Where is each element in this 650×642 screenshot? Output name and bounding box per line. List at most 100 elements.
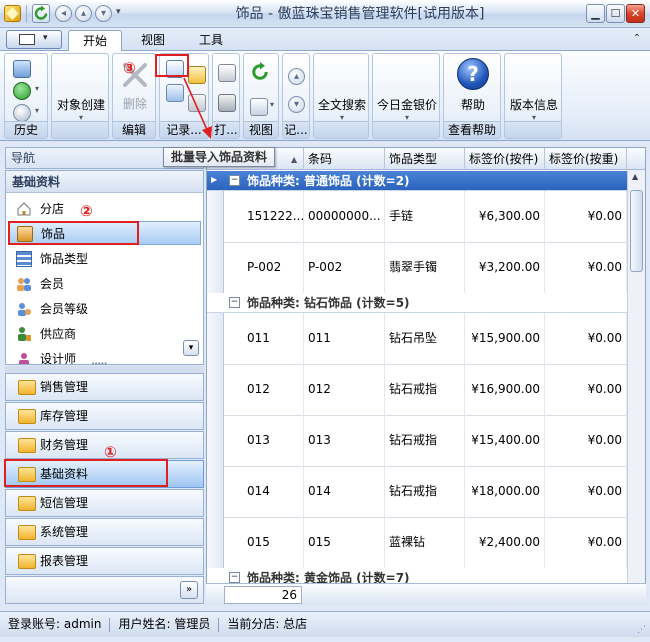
group-row-normal[interactable]: − 饰品种类: 普通饰品 (计数=2) (207, 171, 627, 191)
collapse-icon[interactable]: − (229, 297, 240, 308)
column-header-price-piece[interactable]: 标签价(按件) (465, 148, 545, 170)
history-forward-icon[interactable] (13, 104, 31, 122)
nav-group-system[interactable]: 系统管理 (5, 518, 204, 546)
column-header-barcode[interactable]: 条码 (304, 148, 385, 170)
printer-icon[interactable] (218, 94, 236, 112)
nav-item-jewelry-type[interactable]: 饰品类型 (8, 247, 201, 271)
nav-group-sales[interactable]: 销售管理 (5, 373, 204, 401)
up-icon[interactable]: ▴ (75, 5, 92, 22)
tab-home[interactable]: 开始 (68, 30, 122, 52)
users-icon (16, 276, 32, 292)
nav-item-member-level[interactable]: 会员等级 (8, 297, 201, 321)
vertical-scrollbar[interactable]: ▲ ▼ (627, 170, 645, 604)
help-button[interactable]: ? 帮助 (444, 58, 502, 113)
table-row[interactable]: 014 014 钻石戒指 ¥18,000.00 ¥0.00 (207, 466, 627, 518)
back-icon[interactable]: ◂ (55, 5, 72, 22)
nav-splitter[interactable] (5, 360, 204, 373)
cell-price-piece: ¥15,900.00 (465, 313, 545, 364)
create-object-label: 对象创建 (56, 98, 105, 112)
app-menu-button[interactable]: ▾ (6, 30, 62, 49)
full-text-search-button[interactable]: 全文搜索 ▾ (314, 94, 370, 122)
folder-icon (18, 496, 36, 511)
view-dropdown-icon[interactable]: ▾ (270, 100, 274, 109)
gold-price-button[interactable]: 今日金银价 ▾ (373, 94, 441, 122)
tab-view[interactable]: 视图 (128, 30, 178, 52)
folder-icon (18, 380, 36, 395)
cell-barcode: 014 (304, 466, 385, 517)
resize-grip-icon[interactable]: ⋰ (637, 618, 646, 642)
history-back-icon[interactable] (13, 82, 31, 100)
table-row[interactable]: 012 012 钻石戒指 ¥16,900.00 ¥0.00 (207, 364, 627, 416)
history-dropdown2-icon[interactable]: ▾ (35, 106, 39, 115)
nav-item-jewelry[interactable]: 饰品 (8, 221, 201, 245)
nav-group-inventory[interactable]: 库存管理 (5, 402, 204, 430)
table-row[interactable]: 013 013 钻石戒指 ¥15,400.00 ¥0.00 (207, 415, 627, 467)
row-indicator (207, 466, 224, 517)
ribbon-collapse-icon[interactable]: ⌃ (630, 32, 644, 46)
maximize-button[interactable]: ☐ (606, 4, 625, 23)
status-separator (218, 617, 220, 632)
create-object-button[interactable]: 对象创建 ▾ (52, 94, 110, 122)
folder-icon (18, 554, 36, 569)
nav-group-label: 财务管理 (40, 438, 89, 452)
cell-code: 013 (243, 415, 304, 466)
nav-scroll-down-icon[interactable]: ▾ (183, 340, 199, 356)
nav-item-label: 饰品 (41, 227, 66, 241)
ribbon-group-search: 全文搜索 ▾ (313, 53, 369, 139)
next-record-icon[interactable]: ▾ (288, 96, 305, 113)
cell-price-weight: ¥0.00 (545, 313, 627, 364)
nav-overflow-icon[interactable]: » (180, 581, 198, 599)
minimize-button[interactable]: ▁ (586, 4, 605, 23)
table-row[interactable]: 015 015 蓝裸钻 ¥2,400.00 ¥0.00 (207, 517, 627, 569)
view-layout-icon[interactable] (250, 98, 268, 116)
nav-category-title: 基础资料 (6, 171, 203, 193)
nav-group-reports[interactable]: 报表管理 (5, 547, 204, 575)
cell-code: 151222... (243, 191, 304, 242)
nav-group-sms[interactable]: 短信管理 (5, 489, 204, 517)
search-label: 全文搜索 (317, 98, 366, 112)
app-logo-icon[interactable] (4, 5, 21, 22)
previous-record-icon[interactable]: ▴ (288, 68, 305, 85)
group-row-label: 饰品种类: 钻石饰品 (计数=5) (247, 296, 410, 310)
qat-dropdown-icon[interactable]: ▾ (116, 7, 128, 21)
version-info-button[interactable]: 版本信息 ▾ (505, 94, 563, 122)
down-icon[interactable]: ▾ (95, 5, 112, 22)
nav-item-label: 供应商 (40, 327, 77, 341)
ribbon-group-create: 对象创建 ▾ (51, 53, 109, 139)
nav-item-supplier[interactable]: 供应商 (8, 322, 201, 346)
cell-price-weight: ¥0.00 (545, 191, 627, 242)
cell-barcode: 013 (304, 415, 385, 466)
table-row[interactable]: 011 011 钻石吊坠 ¥15,900.00 ¥0.00 (207, 313, 627, 365)
close-button[interactable]: ✕ (626, 4, 645, 23)
nav-item-member[interactable]: 会员 (8, 272, 201, 296)
nav-item-label: 饰品类型 (40, 252, 89, 266)
history-page-icon[interactable] (13, 60, 31, 78)
cell-price-weight: ¥0.00 (545, 415, 627, 466)
group-row-label: 饰品种类: 普通饰品 (计数=2) (247, 174, 410, 188)
collapse-icon[interactable]: − (229, 175, 240, 186)
tab-tools[interactable]: 工具 (186, 30, 236, 52)
refresh-view-icon[interactable] (250, 62, 270, 82)
nav-item-branch[interactable]: 分店 (8, 197, 201, 221)
row-indicator (207, 313, 224, 364)
group-row-diamond[interactable]: − 饰品种类: 钻石饰品 (计数=5) (207, 293, 627, 313)
nav-group-basic-data[interactable]: 基础资料 (5, 460, 204, 488)
history-dropdown-icon[interactable]: ▾ (35, 84, 39, 93)
collapse-icon[interactable]: − (229, 572, 240, 583)
ribbon-group-label: 视图 (244, 121, 278, 138)
stack-icon (16, 251, 32, 267)
column-header-price-weight[interactable]: 标签价(按重) (545, 148, 627, 170)
annotation-three: ③ (123, 59, 136, 77)
scrollbar-thumb[interactable] (630, 190, 643, 272)
cell-type: 钻石戒指 (385, 364, 465, 415)
ribbon-group-view: ▾ 视图 (243, 53, 279, 139)
table-row[interactable]: P-002 P-002 翡翠手镯 ¥3,200.00 ¥0.00 (207, 242, 627, 294)
scroll-up-icon[interactable]: ▲ (632, 172, 638, 181)
column-header-type[interactable]: 饰品类型 (385, 148, 465, 170)
nav-category-panel: 基础资料 分店 饰品 饰品类型 会员 会员等级 供应商 设计师 ▾ (5, 170, 204, 365)
refresh-icon[interactable] (32, 4, 50, 23)
print-preview-icon[interactable] (218, 64, 236, 82)
cell-type: 钻石吊坠 (385, 313, 465, 364)
cell-code: 012 (243, 364, 304, 415)
table-row[interactable]: 151222... 00000000... 手链 ¥6,300.00 ¥0.00 (207, 191, 627, 243)
